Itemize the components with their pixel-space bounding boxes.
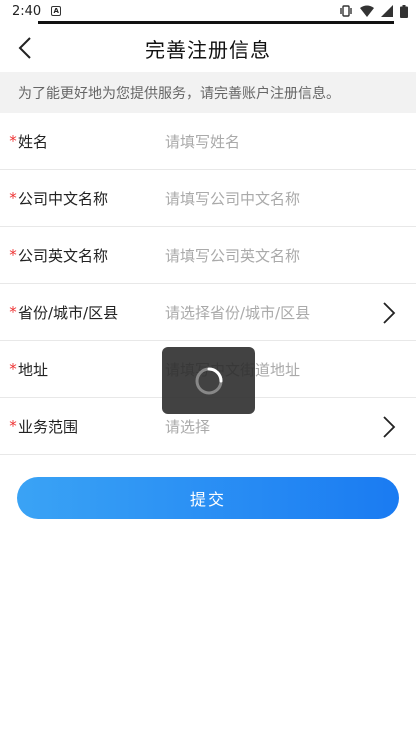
loading-spinner-icon [195, 367, 222, 394]
required-mark: * [9, 360, 17, 378]
submit-wrapper: 提交 [0, 455, 416, 519]
chevron-left-icon [18, 37, 31, 59]
status-time: 2:40 [12, 3, 42, 19]
required-mark: * [9, 132, 17, 150]
company-cn-input[interactable]: 请填写公司中文名称 [165, 188, 416, 209]
field-label: 公司英文名称 [18, 246, 109, 265]
name-input[interactable]: 请填写姓名 [165, 131, 416, 152]
signal-icon [381, 5, 393, 17]
status-bar: 2:40 A [0, 0, 416, 22]
required-mark: * [9, 189, 17, 207]
field-label: 公司中文名称 [18, 189, 109, 208]
required-mark: * [9, 417, 17, 435]
field-label: 省份/城市/区县 [18, 303, 119, 322]
field-label: 业务范围 [18, 417, 79, 436]
region-selector[interactable]: * 省份/城市/区县 请选择省份/城市/区县 [0, 284, 416, 341]
page-title: 完善注册信息 [145, 37, 271, 62]
field-label: 地址 [18, 360, 49, 379]
field-label: 姓名 [18, 132, 49, 151]
required-mark: * [9, 246, 17, 264]
submit-button[interactable]: 提交 [17, 477, 399, 519]
nav-bar: 完善注册信息 [0, 24, 416, 72]
wifi-icon [360, 5, 374, 17]
company-en-field[interactable]: * 公司英文名称 请填写公司英文名称 [0, 227, 416, 284]
status-left: 2:40 A [12, 3, 62, 19]
company-cn-field[interactable]: * 公司中文名称 请填写公司中文名称 [0, 170, 416, 227]
chevron-right-icon[interactable] [382, 416, 396, 438]
loading-overlay [162, 347, 255, 414]
business-scope-select[interactable]: 请选择 [165, 416, 416, 437]
status-right [339, 4, 408, 18]
battery-icon [400, 4, 408, 18]
info-notice: 为了能更好地为您提供服务，请完善账户注册信息。 [0, 72, 416, 113]
name-field[interactable]: * 姓名 请填写姓名 [0, 113, 416, 170]
chevron-right-icon[interactable] [382, 302, 396, 324]
a-box-icon: A [51, 6, 62, 16]
region-select[interactable]: 请选择省份/城市/区县 [165, 302, 416, 323]
back-button[interactable] [10, 33, 40, 63]
vibrate-icon [340, 5, 352, 17]
required-mark: * [9, 303, 17, 321]
company-en-input[interactable]: 请填写公司英文名称 [165, 245, 416, 266]
